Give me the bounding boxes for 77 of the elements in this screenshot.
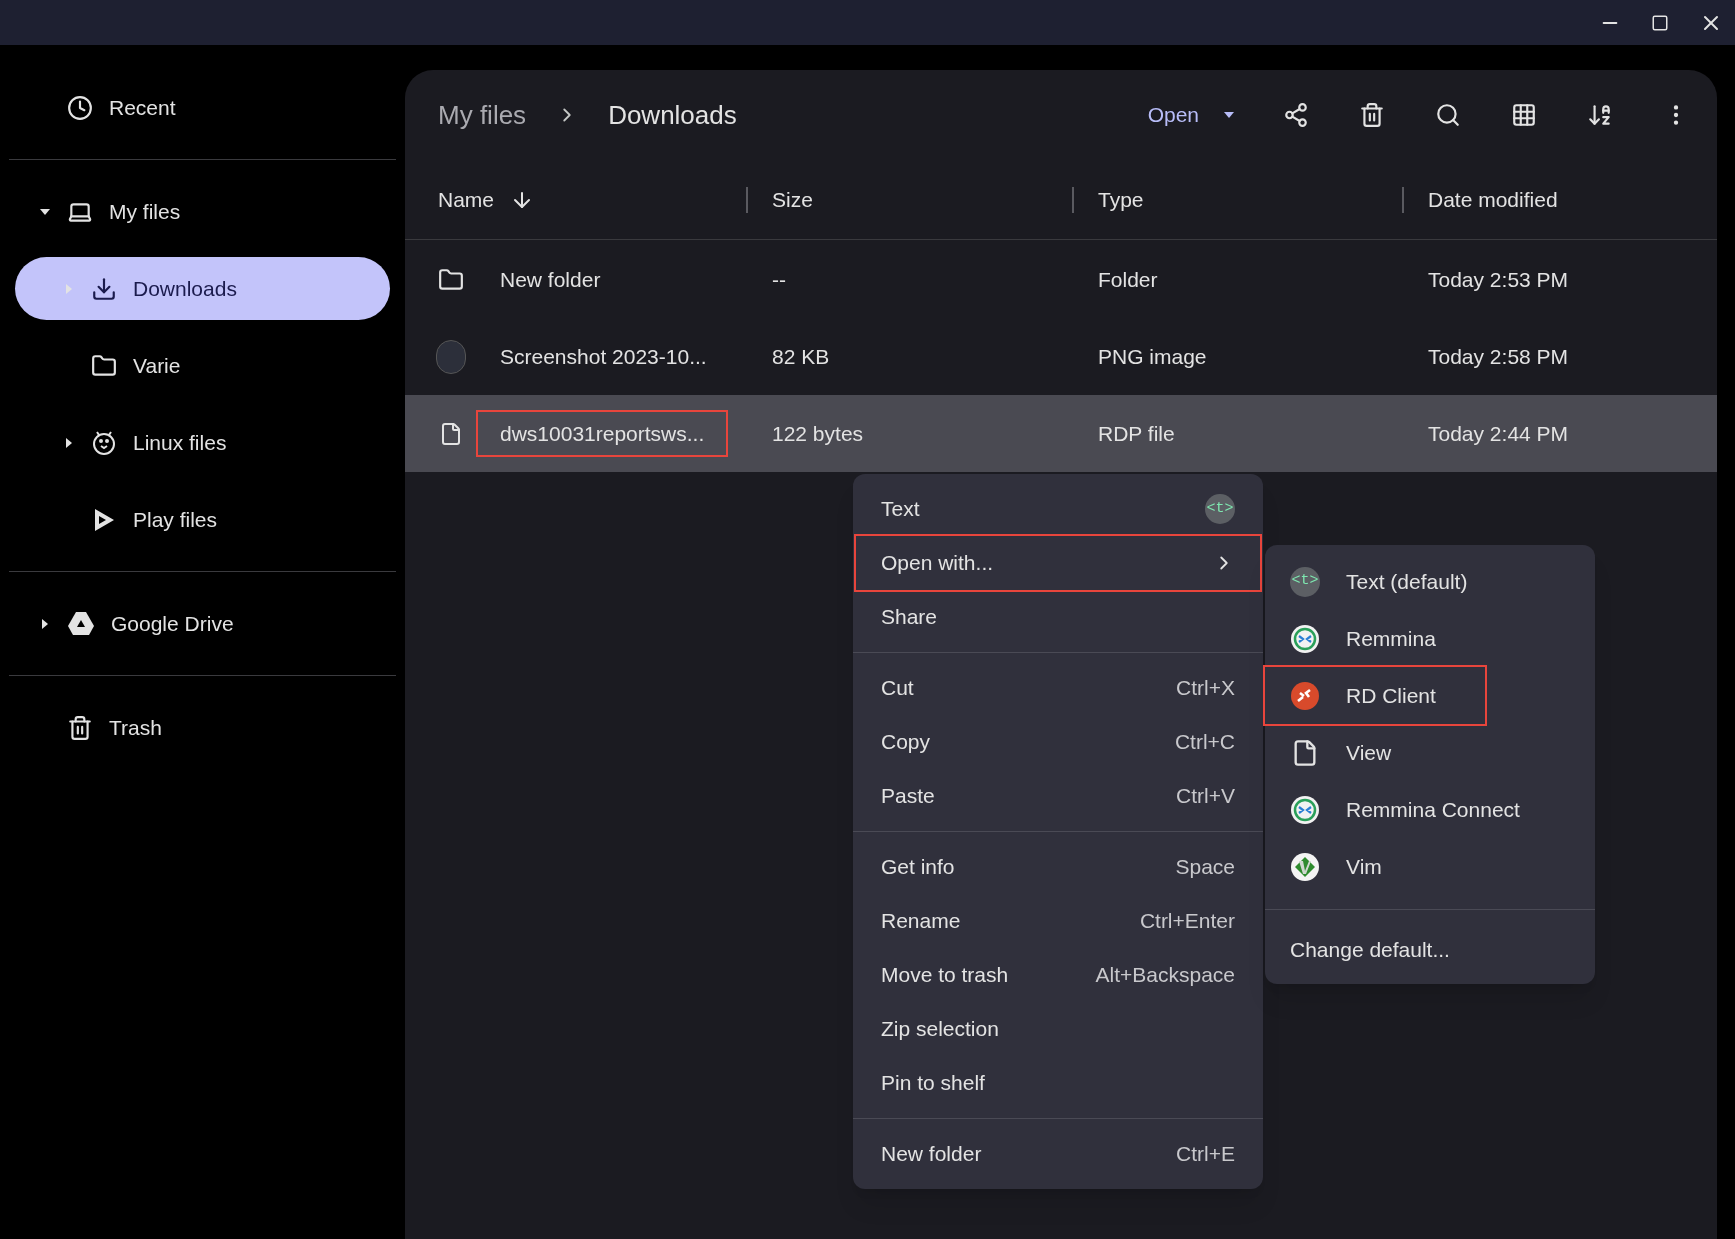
- table-cell-text: Today 2:58 PM: [1427, 343, 1570, 370]
- menu-item[interactable]: Share: [856, 590, 1260, 644]
- file-icon: [439, 421, 463, 446]
- menu-item[interactable]: Text <t>: [856, 482, 1260, 536]
- search-icon[interactable]: [1435, 102, 1461, 128]
- breadcrumb-item[interactable]: Downloads: [608, 95, 737, 135]
- trash-icon: [67, 714, 93, 741]
- file-row[interactable]: Screenshot 2023-10... 82 KB PNG image Today 2:58 PM: [405, 318, 1717, 395]
- vim-icon: [1290, 851, 1320, 882]
- file-row[interactable]: New folder -- Folder Today 2:53 PM: [405, 241, 1717, 318]
- open-button[interactable]: Open: [1135, 91, 1247, 139]
- table-cell-text: 82 KB: [771, 343, 831, 370]
- app-menu-item[interactable]: Remmina: [1265, 610, 1595, 667]
- menu-item[interactable]: Move to trash Alt+Backspace: [856, 948, 1260, 1002]
- breadcrumb-item[interactable]: My files: [438, 95, 527, 135]
- app-menu-item[interactable]: Remmina Connect: [1265, 781, 1595, 838]
- menu-item[interactable]: Copy Ctrl+C: [856, 715, 1260, 769]
- sidebar-item[interactable]: Varie: [15, 334, 390, 397]
- share-icon[interactable]: [1283, 102, 1309, 128]
- sidebar-item[interactable]: My files: [15, 180, 390, 243]
- table-cell-text: Today 2:53 PM: [1427, 266, 1570, 293]
- sidebar-item[interactable]: Downloads: [15, 257, 390, 320]
- remmina-icon: [1290, 623, 1320, 654]
- remmina-icon: [1290, 794, 1320, 825]
- app-menu-item[interactable]: View: [1265, 724, 1595, 781]
- file-name: New folder: [499, 266, 602, 293]
- app-menu-item[interactable]: <t> Text (default): [1265, 553, 1595, 610]
- sidebar-item[interactable]: Google Drive: [15, 592, 390, 655]
- menu-item[interactable]: New folder Ctrl+E: [856, 1127, 1260, 1181]
- folder-icon: [91, 352, 117, 379]
- table-cell-text: 122 bytes: [771, 420, 865, 447]
- menu-item[interactable]: Get info Space: [856, 840, 1260, 894]
- menu-item[interactable]: Rename Ctrl+Enter: [856, 894, 1260, 948]
- table-cell-text: PNG image: [1097, 343, 1208, 370]
- table-cell-text: Today 2:44 PM: [1427, 420, 1570, 447]
- table-cell-text: RDP file: [1097, 420, 1176, 447]
- menu-item[interactable]: Zip selection: [856, 1002, 1260, 1056]
- file-name: dws10031reportsws...: [478, 411, 727, 456]
- text-app-icon: <t>: [1205, 494, 1235, 524]
- column-header[interactable]: Date modified: [1428, 183, 1558, 216]
- sidebar-item[interactable]: Trash: [15, 696, 390, 759]
- remote-desktop-icon: [1290, 680, 1320, 711]
- menu-item[interactable]: Paste Ctrl+V: [856, 769, 1260, 823]
- menu-item[interactable]: Pin to shelf: [856, 1056, 1260, 1110]
- menu-item[interactable]: Open with...: [856, 536, 1260, 590]
- caret-down-icon: [1223, 111, 1235, 119]
- shortcut-label: Space: [1175, 854, 1235, 881]
- shortcut-label: Ctrl+X: [1176, 675, 1235, 702]
- sort-icon[interactable]: [1587, 102, 1613, 128]
- grid-view-icon[interactable]: [1511, 102, 1537, 128]
- app-menu-item[interactable]: RD Client: [1265, 667, 1485, 724]
- image-thumbnail: [436, 339, 466, 374]
- shortcut-label: Ctrl+E: [1176, 1141, 1235, 1168]
- download-icon: [91, 275, 117, 302]
- column-header[interactable]: Size: [772, 183, 813, 216]
- text-app-icon: <t>: [1290, 566, 1320, 597]
- trash-icon[interactable]: [1359, 102, 1385, 128]
- file-name: Screenshot 2023-10...: [499, 343, 708, 370]
- shortcut-label: Ctrl+V: [1176, 783, 1235, 810]
- shortcut-label: Alt+Backspace: [1095, 962, 1235, 989]
- app-menu-item[interactable]: Vim: [1265, 838, 1595, 895]
- clock-icon: [67, 94, 93, 121]
- shortcut-label: Ctrl+Enter: [1139, 908, 1235, 935]
- folder-icon: [438, 266, 464, 293]
- shortcut-label: Ctrl+C: [1174, 729, 1235, 756]
- drive-icon: [67, 610, 95, 637]
- change-default-item[interactable]: Change default...: [1265, 924, 1595, 976]
- file-row[interactable]: dws10031reportsws... 122 bytes RDP file Today 2:44 PM: [405, 395, 1717, 472]
- table-cell-text: Folder: [1097, 266, 1159, 293]
- maximize-icon[interactable]: [1651, 13, 1669, 32]
- table-cell-text: --: [771, 266, 787, 293]
- sidebar-item[interactable]: Linux files: [15, 411, 390, 474]
- sidebar-item[interactable]: Recent: [15, 76, 390, 139]
- column-header[interactable]: Type: [1098, 183, 1144, 216]
- menu-item[interactable]: Cut Ctrl+X: [856, 661, 1260, 715]
- sidebar-item[interactable]: Play files: [15, 488, 390, 551]
- column-header[interactable]: Name: [438, 183, 495, 216]
